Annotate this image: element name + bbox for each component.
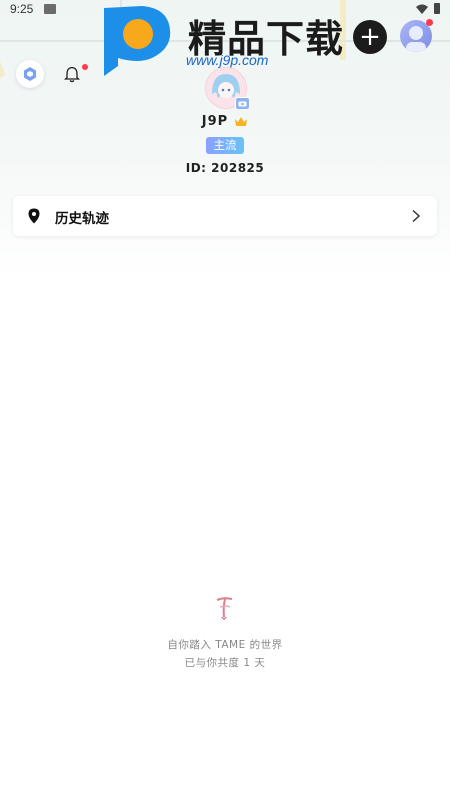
watermark-url: www.j9p.com	[186, 52, 269, 68]
status-badge: 主流	[206, 137, 244, 154]
location-pin-icon	[28, 208, 40, 224]
bell-icon	[64, 66, 80, 82]
settings-button[interactable]	[16, 60, 44, 88]
chevron-right-icon	[412, 209, 421, 223]
status-time: 9:25	[10, 2, 34, 16]
add-button[interactable]: +	[353, 20, 387, 54]
bell-button[interactable]	[62, 64, 82, 84]
history-label: 历史轨迹	[55, 211, 109, 227]
profile-name-row: J9P	[0, 114, 450, 129]
camera-badge[interactable]	[235, 97, 250, 110]
footer-world-text: 自你踏入 TAME 的世界	[167, 639, 283, 651]
profile-name: J9P	[201, 114, 229, 129]
crown-icon	[235, 117, 248, 126]
user-id: ID: 202825	[185, 161, 265, 175]
battery-icon	[434, 3, 440, 14]
status-icons	[416, 3, 440, 14]
tame-logo-icon	[216, 597, 233, 620]
camera-icon	[238, 101, 247, 107]
bell-notification-dot	[82, 64, 88, 70]
notification-icon	[44, 4, 56, 14]
notification-dot	[426, 19, 433, 26]
hexagon-settings-icon	[24, 67, 36, 81]
p-logo-icon	[104, 6, 171, 76]
wifi-icon	[416, 4, 428, 14]
history-trajectory-row[interactable]: 历史轨迹	[13, 196, 437, 236]
footer-days-text: 已与你共度 1 天	[184, 657, 266, 669]
